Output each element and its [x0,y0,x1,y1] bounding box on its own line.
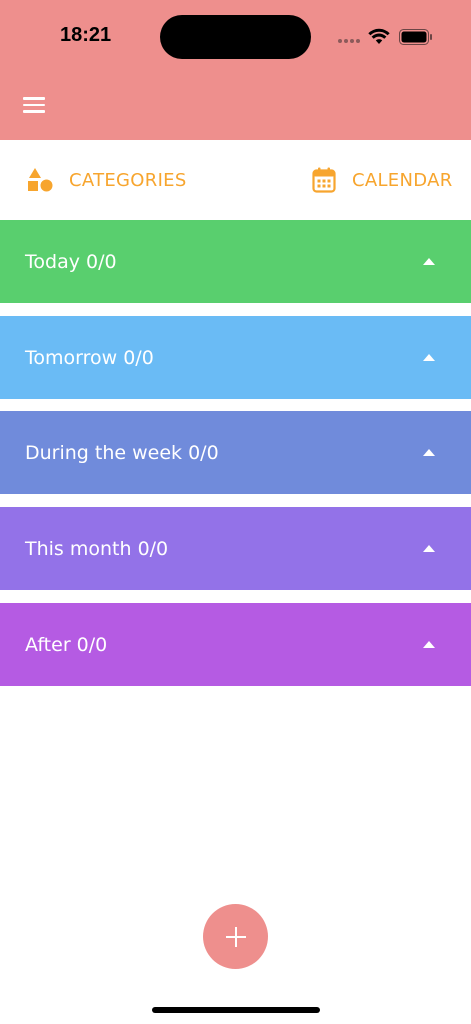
dynamic-island [160,15,311,59]
home-indicator[interactable] [152,1007,320,1013]
section-this-month[interactable]: This month 0/0 [0,507,471,590]
tab-bar: CATEGORIES CALENDAR [0,140,471,220]
plus-icon [225,926,246,947]
app-header: 18:21 [0,0,471,140]
section-title: Today 0/0 [25,250,117,273]
caret-up-icon [423,641,435,648]
section-during-the-week[interactable]: During the week 0/0 [0,411,471,494]
section-today[interactable]: Today 0/0 [0,220,471,303]
battery-icon [399,29,432,45]
tab-categories[interactable]: CATEGORIES [27,140,187,220]
cellular-signal-icon [338,39,360,43]
caret-up-icon [423,545,435,552]
wifi-icon [368,28,390,44]
section-tomorrow[interactable]: Tomorrow 0/0 [0,316,471,399]
tab-categories-label: CATEGORIES [69,169,187,191]
section-title: This month 0/0 [25,537,169,560]
caret-up-icon [423,354,435,361]
section-title: Tomorrow 0/0 [25,346,154,369]
caret-up-icon [423,449,435,456]
section-title: During the week 0/0 [25,441,219,464]
tab-calendar-label: CALENDAR [352,169,453,191]
section-after[interactable]: After 0/0 [0,603,471,686]
shapes-icon [28,168,53,192]
section-title: After 0/0 [25,633,108,656]
status-time: 18:21 [60,24,112,46]
hamburger-menu-icon[interactable] [23,97,45,115]
tab-calendar[interactable]: CALENDAR [312,140,453,220]
add-task-button[interactable] [203,904,268,969]
caret-up-icon [423,258,435,265]
calendar-icon [312,167,336,193]
